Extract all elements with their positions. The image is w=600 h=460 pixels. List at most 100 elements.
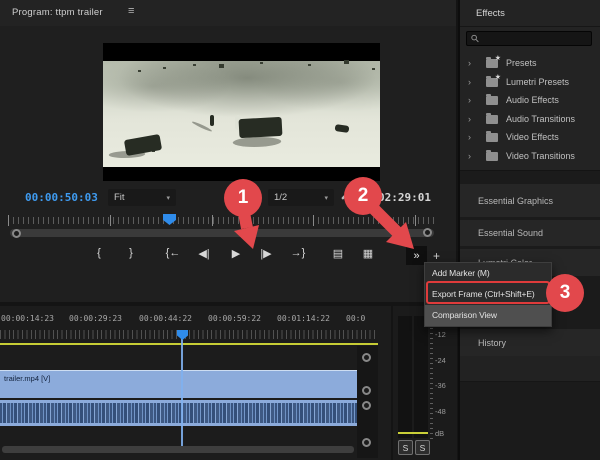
ruler-major-tick bbox=[415, 215, 416, 226]
folder-star-icon: ★ bbox=[486, 74, 501, 87]
scrollbar-handle-left[interactable] bbox=[12, 229, 21, 238]
scene-debris bbox=[334, 124, 350, 133]
panel-menu-icon[interactable]: ≡ bbox=[128, 5, 134, 17]
effects-panel-header: Effects bbox=[460, 0, 600, 27]
step-1-badge: 1 bbox=[224, 179, 262, 217]
tree-item-label: Lumetri Presets bbox=[506, 77, 570, 87]
tab-essential-graphics[interactable]: Essential Graphics bbox=[460, 184, 600, 217]
audio-meter-panel: -12 -24 -36 -48 dB S S bbox=[393, 306, 457, 460]
tree-item-video-transitions[interactable]: › Video Transitions bbox=[460, 147, 600, 165]
effects-search[interactable] bbox=[466, 31, 592, 46]
meter-scale-label: dB bbox=[435, 429, 445, 438]
timeline-panel: 00:00:14:23 00:00:29:23 00:00:44:22 00:0… bbox=[0, 306, 391, 460]
chevron-right-icon[interactable]: › bbox=[468, 114, 478, 124]
tree-item-audio-transitions[interactable]: › Audio Transitions bbox=[460, 110, 600, 128]
scrollbar-handle-right[interactable] bbox=[423, 228, 432, 237]
ruler-label: 00:00:44:22 bbox=[139, 314, 192, 323]
lift-button[interactable]: ▤ bbox=[324, 243, 352, 263]
panel-tab-label: History bbox=[478, 337, 507, 348]
ruler-label: 00:01:14:22 bbox=[277, 314, 330, 323]
meter-scale-label: -48 bbox=[435, 407, 446, 416]
resolution-dropdown-value: 1/2 bbox=[274, 192, 288, 203]
step-2-badge: 2 bbox=[344, 177, 382, 215]
step-back-button[interactable]: ◀| bbox=[190, 243, 218, 263]
search-icon bbox=[471, 34, 479, 43]
video-clip[interactable]: trailer.mp4 [V] bbox=[0, 370, 378, 398]
monitor-time-ruler[interactable] bbox=[8, 217, 436, 224]
current-timecode[interactable]: 00:00:50:03 bbox=[25, 191, 98, 204]
tree-item-label: Audio Transitions bbox=[506, 114, 576, 124]
solo-right-button[interactable]: S bbox=[415, 440, 430, 455]
go-to-in-button[interactable]: {← bbox=[159, 243, 187, 263]
tree-item-label: Presets bbox=[506, 58, 537, 68]
tab-history[interactable]: History bbox=[460, 329, 600, 356]
scene-wreck bbox=[123, 133, 163, 157]
search-input[interactable] bbox=[483, 32, 587, 45]
tree-item-label: Audio Effects bbox=[506, 95, 559, 105]
ruler-label: 00:0 bbox=[346, 314, 366, 323]
audio-meter-bars bbox=[398, 316, 428, 438]
tree-item-presets[interactable]: › ★ Presets bbox=[460, 54, 600, 72]
fit-dropdown-value: Fit bbox=[114, 192, 125, 203]
mark-out-button[interactable]: } bbox=[117, 243, 145, 263]
solo-left-button[interactable]: S bbox=[398, 440, 413, 455]
ruler-label: 00:00:29:23 bbox=[69, 314, 122, 323]
playback-resolution-dropdown[interactable]: 1/2 ▾ bbox=[268, 189, 334, 206]
tree-item-label: Video Effects bbox=[506, 132, 559, 142]
folder-icon bbox=[486, 149, 498, 161]
tree-item-lumetri-presets[interactable]: › ★ Lumetri Presets bbox=[460, 73, 600, 91]
ruler-major-tick bbox=[8, 215, 9, 226]
ruler-major-tick bbox=[313, 215, 314, 226]
chevron-right-icon[interactable]: › bbox=[468, 58, 478, 68]
scrollbar-handle[interactable] bbox=[362, 438, 371, 447]
video-clip-label: trailer.mp4 [V] bbox=[4, 374, 51, 383]
meter-scale-label: -12 bbox=[435, 330, 446, 339]
ruler-major-tick bbox=[212, 215, 213, 226]
scrollbar-handle[interactable] bbox=[362, 353, 371, 362]
scene-vehicle bbox=[238, 116, 283, 139]
ruler-label: 00:00:59:22 bbox=[208, 314, 261, 323]
right-panel: Effects › ★ Presets › ★ Lumetri Presets … bbox=[458, 0, 600, 460]
scrollbar-handle[interactable] bbox=[362, 386, 371, 395]
premiere-workspace: Program: ttpm trailer ≡ 00:00:50:03 Fit … bbox=[0, 0, 600, 460]
menu-item-add-marker[interactable]: Add Marker (M) bbox=[425, 263, 551, 284]
scene-shadow bbox=[230, 137, 284, 147]
tab-effects[interactable]: Effects bbox=[476, 8, 505, 19]
tab-essential-sound[interactable]: Essential Sound bbox=[460, 220, 600, 246]
menu-item-comparison-view[interactable]: Comparison View bbox=[425, 305, 551, 326]
audio-level-indicator bbox=[398, 432, 428, 434]
extract-button[interactable]: ▦ bbox=[354, 243, 382, 263]
chevron-right-icon[interactable]: › bbox=[468, 95, 478, 105]
timeline-playhead-line bbox=[181, 331, 183, 449]
monitor-scrollbar[interactable] bbox=[10, 229, 434, 237]
go-to-out-button[interactable]: →} bbox=[284, 243, 312, 263]
duration-timecode: 02:29:01 bbox=[378, 191, 431, 204]
scene-person bbox=[210, 115, 214, 126]
fit-dropdown[interactable]: Fit ▾ bbox=[108, 189, 176, 206]
program-monitor-header: Program: ttpm trailer ≡ bbox=[0, 0, 456, 26]
chevron-right-icon[interactable]: › bbox=[468, 132, 478, 142]
chevron-down-icon: ▾ bbox=[166, 194, 170, 202]
chevron-right-icon[interactable]: › bbox=[468, 77, 478, 87]
menu-item-export-frame[interactable]: Export Frame (Ctrl+Shift+E) bbox=[425, 284, 551, 305]
timeline-ruler[interactable] bbox=[0, 330, 378, 339]
step-3-badge: 3 bbox=[546, 274, 584, 312]
scene-debris-specks bbox=[138, 70, 141, 72]
tree-item-audio-effects[interactable]: › Audio Effects bbox=[460, 91, 600, 109]
horizontal-scrollbar[interactable] bbox=[2, 446, 354, 453]
meter-channel-divider bbox=[412, 316, 414, 438]
chevron-right-icon[interactable]: › bbox=[468, 151, 478, 161]
video-preview-image bbox=[103, 61, 380, 167]
scrollbar-handle[interactable] bbox=[362, 401, 371, 410]
mark-in-button[interactable]: { bbox=[85, 243, 113, 263]
tree-item-label: Video Transitions bbox=[506, 151, 575, 161]
video-preview bbox=[103, 43, 380, 181]
star-icon: ★ bbox=[494, 54, 501, 62]
audio-clip[interactable] bbox=[0, 400, 378, 426]
ruler-major-tick bbox=[110, 215, 111, 226]
program-monitor-title: Program: ttpm trailer bbox=[12, 7, 103, 18]
step-forward-button[interactable]: |▶ bbox=[252, 243, 280, 263]
tree-item-video-effects[interactable]: › Video Effects bbox=[460, 128, 600, 146]
work-area-bar bbox=[0, 343, 378, 345]
play-button[interactable]: ▶ bbox=[222, 243, 250, 263]
